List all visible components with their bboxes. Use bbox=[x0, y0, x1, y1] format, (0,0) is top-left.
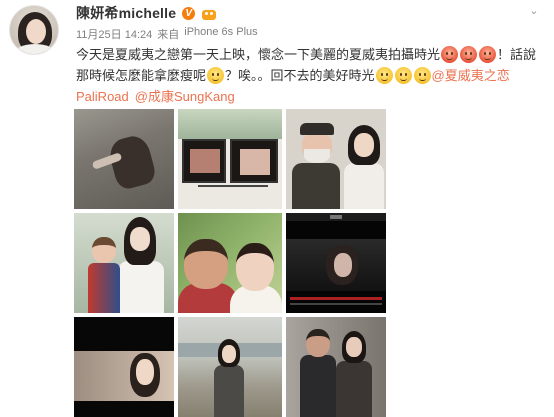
photo-5[interactable] bbox=[178, 213, 282, 313]
content-text-1: 今天是夏威夷之戀第一天上映，懷念一下美麗的夏威夷拍攝時光 bbox=[76, 47, 441, 62]
topic-link-paliroad[interactable]: PaliRoad bbox=[76, 87, 129, 106]
member-crown-icon[interactable] bbox=[201, 7, 217, 20]
bow-emoji-icon bbox=[460, 46, 478, 63]
photo-4[interactable] bbox=[74, 213, 174, 313]
verified-badge-icon[interactable]: V bbox=[182, 6, 196, 20]
post-source[interactable]: iPhone 6s Plus bbox=[184, 26, 257, 42]
photo-3[interactable] bbox=[286, 109, 386, 209]
chevron-down-icon[interactable]: ⌄ bbox=[527, 4, 541, 18]
photo-6[interactable] bbox=[286, 213, 386, 313]
photo-1[interactable] bbox=[74, 109, 174, 209]
content-line-1: 今天是夏威夷之戀第一天上映，懷念一下美麗的夏威夷拍攝時光 ！話說 bbox=[76, 44, 546, 65]
avatar-face bbox=[26, 19, 46, 44]
sad-emoji-icon bbox=[375, 67, 393, 84]
content-text-2: 那時候怎麼能拿麼瘦呢 bbox=[76, 68, 207, 83]
post-meta: 11月25日 14:24 来自 iPhone 6s Plus bbox=[76, 26, 258, 42]
photo-7[interactable] bbox=[74, 317, 174, 417]
tear-emoji-icon bbox=[413, 67, 431, 84]
topic-link-hawaii[interactable]: @夏威夷之恋 bbox=[432, 66, 510, 85]
content-text-2-mid: ？唉。。回不去的美好時光 bbox=[225, 68, 375, 83]
hug-emoji-icon bbox=[441, 46, 459, 63]
content-line-2: 那時候怎麼能拿麼瘦呢 ？唉。。回不去的美好時光 @夏威夷之恋 bbox=[76, 65, 546, 86]
content-line-3: PaliRoad @成康SungKang bbox=[76, 86, 546, 107]
love-emoji-icon bbox=[479, 46, 497, 63]
post-source-prefix: 来自 bbox=[157, 29, 180, 41]
avatar-shoulder bbox=[14, 44, 56, 54]
author-avatar[interactable] bbox=[9, 5, 59, 55]
photo-9[interactable] bbox=[286, 317, 386, 417]
photo-8[interactable] bbox=[178, 317, 282, 417]
weibo-post-card: 陳妍希michelle V ⌄ 11月25日 14:24 来自 iPhone 6… bbox=[0, 0, 554, 417]
mention-link-sungkang[interactable]: @成康SungKang bbox=[135, 87, 235, 106]
flushed-emoji-icon bbox=[207, 67, 225, 84]
post-content: 今天是夏威夷之戀第一天上映，懷念一下美麗的夏威夷拍攝時光 ！話說 那時候怎麼能拿… bbox=[76, 44, 546, 107]
author-name[interactable]: 陳妍希michelle bbox=[76, 3, 176, 23]
sweat-emoji-icon bbox=[394, 67, 412, 84]
content-text-1-tail: ！話說 bbox=[497, 47, 537, 62]
post-timestamp[interactable]: 11月25日 14:24 bbox=[76, 26, 152, 42]
photo-2[interactable] bbox=[178, 109, 282, 209]
author-row: 陳妍希michelle V bbox=[76, 4, 217, 22]
